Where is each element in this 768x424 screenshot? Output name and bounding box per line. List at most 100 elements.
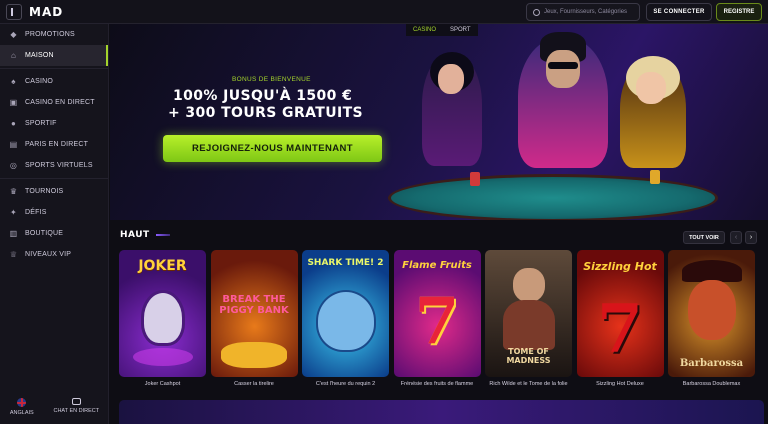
sidebar-item-casino-en-direct[interactable]: ▣ CASINO EN DIRECT: [0, 92, 108, 113]
game-thumbnail[interactable]: TOME OF MADNESS: [485, 250, 572, 377]
hero-headline: 100% JUSQU'À 1500 €: [173, 88, 353, 104]
crown-icon: ♕: [9, 249, 18, 259]
search-input[interactable]: Jeux, Fournisseurs, Catégories: [526, 3, 640, 21]
game-thumbnail[interactable]: Sizzling Hot 7: [576, 250, 664, 377]
tab-casino[interactable]: CASINO: [406, 24, 444, 36]
secondary-banner[interactable]: [119, 400, 764, 424]
cards-icon: ♠: [11, 76, 16, 86]
sidebar-item-sportif[interactable]: ● SPORTIF: [0, 113, 108, 134]
game-thumbnail[interactable]: JOKER: [119, 250, 206, 377]
sidebar-item-sports-virtuels[interactable]: ◎ SPORTS VIRTUELS: [0, 155, 108, 176]
seven-symbol-illustration: 7: [414, 284, 460, 359]
sidebar-item-label: CASINO: [25, 78, 54, 85]
section-underline: [155, 234, 170, 236]
game-card[interactable]: TOME OF MADNESS Rich Wilde et le Tome de…: [485, 250, 572, 390]
sidebar-item-label: SPORTS VIRTUELS: [25, 162, 93, 169]
language-selector[interactable]: ANGLAIS: [10, 398, 34, 416]
hero-banner[interactable]: CASINO SPORT BONUS DE BIENVENUE 100% JUS…: [110, 24, 768, 220]
explorer-body-illustration: [503, 300, 555, 350]
character-center-illustration: [518, 32, 608, 168]
live-chat-label: CHAT EN DIRECT: [53, 408, 100, 414]
game-card[interactable]: Barbarossa Barbarossa Doublemax: [668, 250, 755, 390]
trophy-icon: ♛: [9, 186, 18, 196]
tab-sport[interactable]: SPORT: [443, 24, 478, 36]
sidebar-nav: ◆ PROMOTIONS ⌂ MAISON ♠ CASINO ▣ CASINO EN DIRE…: [0, 24, 108, 265]
game-art-title: JOKER: [138, 258, 187, 274]
carousel-prev-button[interactable]: ‹: [730, 231, 742, 244]
sidebar: ◆ PROMOTIONS ⌂ MAISON ♠ CASINO ▣ CASINO EN DIRE…: [0, 24, 109, 424]
game-card[interactable]: JOKER Joker Cashpot: [119, 250, 206, 390]
gold-coins-illustration: [220, 342, 287, 368]
sidebar-footer: ANGLAIS CHAT EN DIRECT: [0, 398, 109, 416]
character-right-illustration: [620, 56, 686, 168]
section-title: HAUT: [120, 230, 150, 240]
game-title: C'est l'heure du requin 2: [315, 381, 376, 387]
game-thumbnail[interactable]: Flame Fruits 7: [393, 250, 481, 377]
carousel-next-button[interactable]: ›: [745, 231, 757, 244]
pirate-hat-illustration: [682, 260, 742, 282]
sidebar-divider: [0, 178, 108, 179]
language-label: ANGLAIS: [9, 410, 34, 416]
game-card[interactable]: BREAK THE PIGGY BANK Casser la tirelire: [210, 250, 298, 390]
poker-table-illustration: [388, 174, 718, 220]
hero-tabs: CASINO SPORT: [406, 24, 478, 36]
sidebar-item-tournois[interactable]: ♛ TOURNOIS: [0, 181, 108, 202]
game-title: Casser la tirelire: [234, 381, 274, 387]
sidebar-item-label: NIVEAUX VIP: [25, 251, 72, 258]
game-card[interactable]: SHARK TIME! 2 C'est l'heure du requin 2: [302, 250, 389, 390]
hero-subheadline: + 300 TOURS GRATUITS: [168, 105, 364, 121]
sidebar-toggle-button[interactable]: [6, 3, 22, 20]
ball-icon: ●: [10, 118, 17, 128]
chip-stack-illustration: [650, 170, 660, 184]
chat-icon: [71, 398, 81, 405]
game-card[interactable]: Sizzling Hot 7 Sizzling Hot Deluxe: [576, 250, 664, 390]
sidebar-toggle-icon: [11, 7, 17, 16]
game-title: Sizzling Hot Deluxe: [596, 381, 644, 387]
sidebar-item-label: PROMOTIONS: [25, 31, 75, 38]
join-now-button[interactable]: REJOIGNEZ-NOUS MAINTENANT: [163, 135, 382, 162]
chip-stack-illustration: [470, 172, 480, 186]
register-button[interactable]: REGISTRE: [716, 3, 762, 21]
game-carousel: JOKER Joker Cashpot BREAK THE PIGGY BANK…: [119, 250, 755, 390]
game-thumbnail[interactable]: BREAK THE PIGGY BANK: [210, 250, 298, 377]
live-chat-button[interactable]: CHAT EN DIRECT: [53, 398, 99, 416]
shop-icon: ▥: [9, 228, 18, 238]
game-art-title: Barbarossa: [679, 358, 744, 369]
game-title: Barbarossa Doublemax: [682, 381, 741, 387]
sidebar-item-paris-en-direct[interactable]: ▤ PARIS EN DIRECT: [0, 134, 108, 155]
sidebar-divider: [0, 68, 108, 69]
game-thumbnail[interactable]: SHARK TIME! 2: [302, 250, 389, 377]
site-logo[interactable]: MAD: [29, 5, 63, 19]
sidebar-item-label: CASINO EN DIRECT: [25, 99, 95, 106]
game-art-title: Flame Fruits: [402, 260, 472, 271]
game-art-title: TOME OF MADNESS: [506, 347, 551, 365]
top-bar: MAD Jeux, Fournisseurs, Catégories SE CO…: [0, 0, 768, 24]
sidebar-item-niveaux-vip[interactable]: ♕ NIVEAUX VIP: [0, 244, 108, 265]
sidebar-item-promotions[interactable]: ◆ PROMOTIONS: [0, 24, 108, 45]
uk-flag-icon: [17, 398, 27, 407]
live-bet-icon: ▤: [9, 139, 18, 149]
login-button[interactable]: SE CONNECTER: [646, 3, 712, 21]
search-placeholder: Jeux, Fournisseurs, Catégories: [544, 9, 628, 15]
glow-illustration: [133, 348, 193, 366]
sidebar-item-label: DÉFIS: [25, 209, 47, 216]
game-card[interactable]: Flame Fruits 7 Frénésie des fruits de fl…: [393, 250, 481, 390]
game-thumbnail[interactable]: Barbarossa: [668, 250, 755, 377]
game-art-title: Sizzling Hot: [583, 260, 657, 273]
sidebar-item-maison[interactable]: ⌂ MAISON: [0, 45, 108, 66]
section-header: HAUT: [120, 230, 170, 240]
sidebar-item-casino[interactable]: ♠ CASINO: [0, 71, 108, 92]
sidebar-item-label: TOURNOIS: [25, 188, 64, 195]
explorer-face-illustration: [513, 268, 545, 302]
joker-illustration: [141, 290, 185, 346]
sidebar-item-boutique[interactable]: ▥ BOUTIQUE: [0, 223, 108, 244]
sidebar-item-label: SPORTIF: [25, 120, 57, 127]
game-art-title: SHARK TIME! 2: [307, 258, 384, 268]
game-art-title: BREAK THE PIGGY BANK: [219, 294, 289, 316]
welcome-bonus-label: BONUS DE BIENVENUE: [232, 76, 311, 83]
sidebar-item-d-fis[interactable]: ✦ DÉFIS: [0, 202, 108, 223]
sidebar-item-label: MAISON: [25, 52, 54, 59]
game-title: Frénésie des fruits de flamme: [400, 381, 474, 387]
search-icon: [533, 8, 540, 16]
see-all-button[interactable]: TOUT VOIR: [683, 231, 725, 244]
